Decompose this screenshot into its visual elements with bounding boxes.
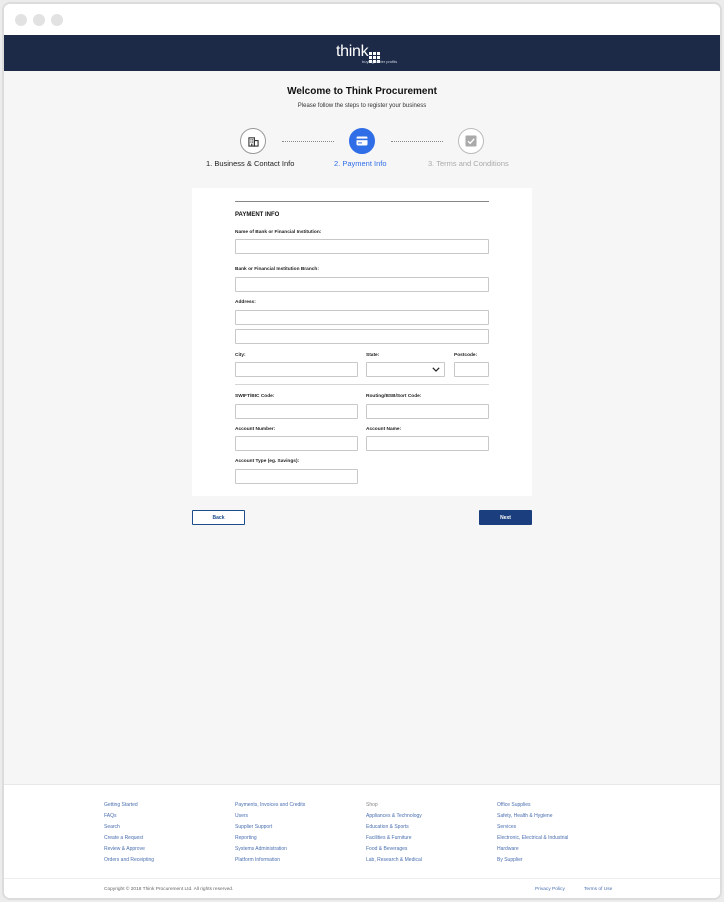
section-title: PAYMENT INFO	[235, 212, 280, 218]
chevron-down-icon	[432, 367, 440, 372]
account-name-label: Account Name:	[366, 427, 402, 432]
footer-link[interactable]: Getting Started	[104, 800, 154, 811]
form-divider	[235, 384, 489, 385]
address-label: Address:	[235, 300, 256, 305]
account-name-input[interactable]	[366, 436, 489, 451]
footer-link[interactable]: Education & Sports	[366, 822, 422, 833]
footer-link[interactable]: By Supplier	[497, 855, 568, 866]
footer-link[interactable]: Users	[235, 811, 305, 822]
step-2-circle[interactable]	[349, 128, 375, 154]
footer-link[interactable]: Reporting	[235, 833, 305, 844]
bank-name-label: Name of Bank or Financial Institution:	[235, 230, 322, 235]
footer-link[interactable]: FAQs	[104, 811, 154, 822]
payment-info-card: PAYMENT INFO Name of Bank or Financial I…	[192, 188, 532, 496]
site-footer: Getting Started FAQs Search Create a Req…	[4, 784, 720, 898]
city-input[interactable]	[235, 362, 358, 377]
footer-heading-shop[interactable]: Shop	[366, 800, 422, 811]
copyright-text: Copyright © 2018 Think Procurement Ltd. …	[104, 887, 234, 892]
footer-link[interactable]: Hardware	[497, 844, 568, 855]
window-minimize-dot[interactable]	[33, 14, 45, 26]
window-close-dot[interactable]	[15, 14, 27, 26]
logo-text: think	[336, 43, 369, 60]
top-nav-bar: think buying better profits	[4, 35, 720, 71]
footer-link[interactable]: Orders and Receipting	[104, 855, 154, 866]
footer-link[interactable]: Systems Administration	[235, 844, 305, 855]
window-maximize-dot[interactable]	[51, 14, 63, 26]
routing-input[interactable]	[366, 404, 489, 419]
footer-link[interactable]: Supplier Support	[235, 822, 305, 833]
account-number-label: Account Number:	[235, 427, 276, 432]
footer-col-admin: Payments, Invoices and Credits Users Sup…	[235, 800, 305, 866]
footer-link[interactable]: Office Supplies	[497, 800, 568, 811]
bank-name-input[interactable]	[235, 239, 489, 254]
footer-divider	[4, 878, 720, 879]
routing-label: Routing/BSB/Sort Code:	[366, 394, 422, 399]
step-3-label[interactable]: 3. Terms and Conditions	[428, 159, 509, 168]
privacy-policy-link[interactable]: Privacy Policy	[535, 887, 565, 892]
footer-link[interactable]: Payments, Invoices and Credits	[235, 800, 305, 811]
footer-link[interactable]: Facilities & Furniture	[366, 833, 422, 844]
page-subtitle: Please follow the steps to register your…	[297, 103, 427, 109]
footer-link[interactable]: Search	[104, 822, 154, 833]
swift-input[interactable]	[235, 404, 358, 419]
step-connector-1	[282, 141, 334, 142]
footer-link[interactable]: Review & Approve	[104, 844, 154, 855]
footer-link[interactable]: Food & Beverages	[366, 844, 422, 855]
footer-link[interactable]: Services	[497, 822, 568, 833]
step-3-circle[interactable]	[458, 128, 484, 154]
city-label: City:	[235, 353, 246, 358]
footer-link[interactable]: Electronic, Electrical & Industrial	[497, 833, 568, 844]
credit-card-icon	[356, 136, 368, 146]
footer-link[interactable]: Lab, Research & Medical	[366, 855, 422, 866]
footer-link[interactable]: Appliances & Technology	[366, 811, 422, 822]
footer-link[interactable]: Create a Request	[104, 833, 154, 844]
window-chrome	[4, 4, 720, 35]
footer-link[interactable]: Platform Information	[235, 855, 305, 866]
postcode-label: Postcode:	[454, 353, 478, 358]
next-button[interactable]: Next	[479, 510, 532, 525]
state-label: State:	[366, 353, 380, 358]
account-type-input[interactable]	[235, 469, 358, 484]
address-line-1-input[interactable]	[235, 310, 489, 325]
footer-col-shop: Shop Appliances & Technology Education &…	[366, 800, 422, 866]
step-connector-2	[391, 141, 443, 142]
account-type-label: Account Type (eg. Savings):	[235, 459, 300, 464]
terms-of-use-link[interactable]: Terms of Use	[584, 887, 612, 892]
footer-col-categories: Office Supplies Safety, Health & Hygiene…	[497, 800, 568, 866]
building-icon	[247, 136, 259, 147]
swift-label: SWIFT/BIC Code:	[235, 394, 275, 399]
postcode-input[interactable]	[454, 362, 489, 377]
logo-tagline: buying better profits	[362, 59, 398, 64]
checkbox-icon	[465, 135, 477, 147]
footer-col-help: Getting Started FAQs Search Create a Req…	[104, 800, 154, 866]
address-line-2-input[interactable]	[235, 329, 489, 344]
card-top-rule	[235, 201, 489, 202]
back-button[interactable]: Back	[192, 510, 245, 525]
browser-window: think buying better profits Welcome to T…	[2, 2, 722, 900]
state-select[interactable]	[366, 362, 445, 377]
step-1-label[interactable]: 1. Business & Contact Info	[206, 159, 294, 168]
account-number-input[interactable]	[235, 436, 358, 451]
footer-link[interactable]: Safety, Health & Hygiene	[497, 811, 568, 822]
step-1-circle[interactable]	[240, 128, 266, 154]
bank-branch-input[interactable]	[235, 277, 489, 292]
bank-branch-label: Bank or Financial Institution Branch:	[235, 267, 319, 272]
page-title: Welcome to Think Procurement	[287, 86, 437, 97]
step-2-label[interactable]: 2. Payment Info	[334, 159, 387, 168]
